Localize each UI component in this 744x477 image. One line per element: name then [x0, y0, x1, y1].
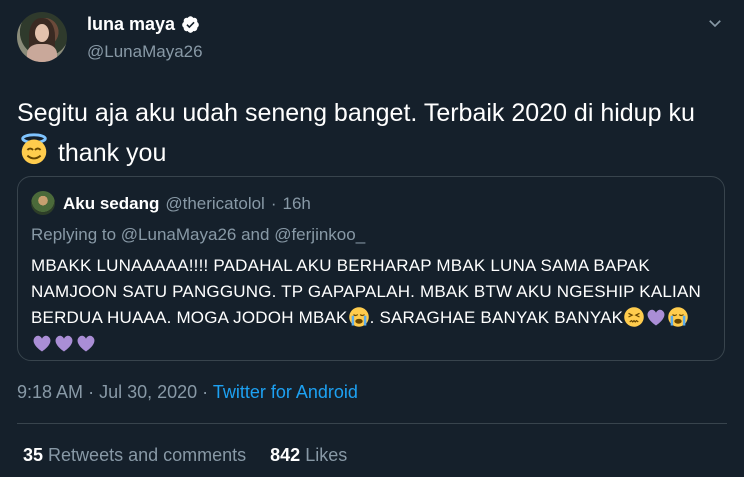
retweets-count: 35 — [23, 445, 44, 465]
likes-stat[interactable]: 842 Likes — [270, 445, 347, 466]
loudly-crying-face-emoji — [668, 307, 688, 327]
replying-to-label: Replying to — [31, 225, 117, 244]
meta-separator: · — [88, 382, 95, 402]
quoted-timestamp: 16h — [282, 194, 311, 213]
quoted-separator: · — [270, 194, 277, 213]
author-name-row[interactable]: luna maya — [87, 14, 200, 35]
retweets-stat[interactable]: 35 Retweets and comments — [23, 445, 246, 466]
chevron-down-icon[interactable] — [706, 14, 724, 32]
author-display-name[interactable]: luna maya — [87, 14, 175, 35]
tweet-stats: 35 Retweets and comments 842 Likes — [23, 445, 347, 466]
tweet-meta: 9:18 AM · Jul 30, 2020 · Twitter for And… — [17, 382, 358, 403]
quoted-tweet-card[interactable]: Aku sedang @thericatolol · 16h Replying … — [17, 176, 725, 361]
tweet-source-link[interactable]: Twitter for Android — [213, 382, 358, 402]
likes-label: Likes — [305, 445, 348, 465]
tweet-time[interactable]: 9:18 AM — [17, 382, 83, 402]
purple-heart-emoji — [55, 335, 73, 352]
quoted-replying-to: Replying to @LunaMaya26 and @ferjinkoo_ — [31, 225, 365, 245]
divider — [17, 423, 727, 424]
tweet-text: Segitu aja aku udah seneng banget. Terba… — [17, 94, 717, 172]
quoted-author-avatar — [31, 191, 55, 215]
likes-count: 842 — [270, 445, 301, 465]
tweet-text-main: Segitu aja aku udah seneng banget. Terba… — [17, 99, 695, 127]
verified-badge-icon — [182, 16, 199, 33]
purple-heart-emoji — [647, 309, 665, 326]
quoted-tweet-header: Aku sedang @thericatolol · 16h — [63, 194, 311, 214]
purple-heart-emoji — [33, 335, 51, 352]
retweets-label: Retweets and comments — [48, 445, 247, 465]
quoted-tweet-body: MBAKK LUNAAAAA!!!! PADAHAL AKU BERHARAP … — [31, 253, 721, 357]
quoted-body-text-end: . SARAGHAE BANYAK BANYAK — [369, 308, 624, 327]
reply-mention-ferjinkoo: @ferjinkoo_ — [274, 225, 366, 244]
replying-and-label: and — [241, 225, 270, 244]
purple-heart-emoji — [77, 335, 95, 352]
tweet-date[interactable]: Jul 30, 2020 — [99, 382, 197, 402]
smiling-face-with-halo-emoji — [21, 133, 47, 165]
tweet-text-end: thank you — [51, 139, 167, 167]
loudly-crying-face-emoji — [348, 307, 369, 327]
reply-mention-lunamaya: @LunaMaya26 — [120, 225, 237, 244]
persevering-face-emoji — [624, 307, 644, 327]
quoted-author-handle: @thericatolol — [165, 194, 265, 213]
author-avatar[interactable] — [17, 12, 67, 62]
meta-separator: · — [202, 382, 209, 402]
author-handle[interactable]: @LunaMaya26 — [87, 42, 203, 62]
quoted-author-name: Aku sedang — [63, 194, 160, 213]
